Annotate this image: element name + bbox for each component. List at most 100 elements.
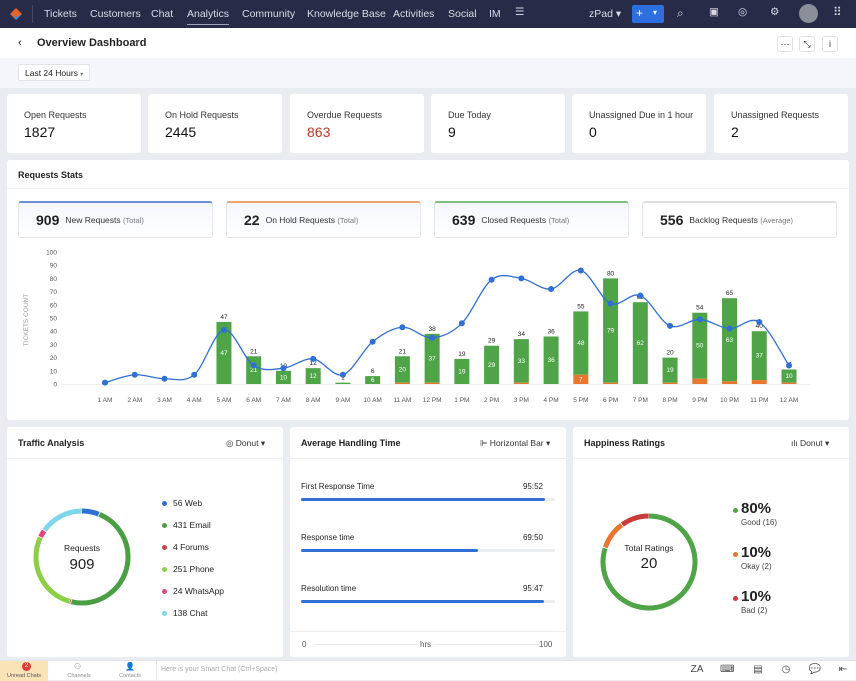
bar-on-hold[interactable]: [751, 380, 767, 384]
notes-alert-icon[interactable]: ▤: [751, 664, 765, 678]
add-icon[interactable]: +: [636, 6, 643, 20]
title-dropdown-icon[interactable]: ▾: [135, 38, 139, 47]
back-icon[interactable]: ‹: [18, 37, 22, 49]
rating-percent: 10%: [741, 544, 772, 561]
backlog-point[interactable]: [131, 371, 138, 378]
handling-bar-row[interactable]: Resolution time 95:47: [301, 584, 555, 606]
page-title[interactable]: Overview Dashboard: [37, 37, 146, 49]
bottom-bar: 2 Unread Chats ⚇ Channels 👤 Contacts Here …: [0, 660, 856, 681]
bar-closed-label: 50: [696, 343, 704, 350]
legend-item[interactable]: 431 Email: [162, 520, 211, 530]
backlog-point[interactable]: [369, 338, 376, 345]
gear-icon[interactable]: ⚙: [770, 6, 779, 18]
summary-box[interactable]: 22 On Hold Requests (Total): [226, 201, 421, 238]
backlog-point[interactable]: [280, 365, 287, 372]
summary-box[interactable]: 909 New Requests (Total): [18, 201, 213, 238]
zpad-dropdown[interactable]: zPad ▾: [589, 8, 621, 20]
bar-on-hold[interactable]: [692, 378, 708, 384]
chevron-down-icon[interactable]: ▾: [653, 8, 657, 17]
bar-on-hold[interactable]: [394, 382, 410, 384]
legend-item[interactable]: 138 Chat: [162, 608, 208, 618]
keyboard-icon[interactable]: ⌨: [720, 664, 734, 678]
more-options-icon[interactable]: ⋯: [777, 36, 793, 52]
gamepad-icon[interactable]: ◎: [738, 6, 747, 18]
nav-analytics[interactable]: Analytics: [187, 8, 230, 25]
legend-item[interactable]: 24 WhatsApp: [162, 586, 224, 596]
app-logo-icon[interactable]: [8, 6, 24, 22]
handling-bar-row[interactable]: Response time 69:50: [301, 533, 555, 555]
clock-icon[interactable]: ◷: [779, 664, 793, 678]
apps-grid-icon[interactable]: ⠿: [833, 5, 842, 19]
time-range-dropdown[interactable]: Last 24 Hours ▾: [18, 64, 91, 81]
backlog-point[interactable]: [399, 324, 406, 331]
backlog-point[interactable]: [637, 292, 644, 299]
stat-card[interactable]: Due Today 9: [431, 94, 565, 153]
backlog-point[interactable]: [161, 375, 168, 382]
stat-card[interactable]: Overdue Requests 863: [290, 94, 424, 153]
stat-card[interactable]: Unassigned Requests 2: [714, 94, 848, 153]
bar-closed-label: 29: [488, 362, 496, 369]
contacts-button[interactable]: 👤 Contacts: [106, 661, 154, 681]
legend-dot: [733, 552, 738, 557]
backlog-point[interactable]: [756, 318, 763, 325]
legend-item[interactable]: 251 Phone: [162, 564, 214, 574]
x-tick-label: 9 PM: [692, 397, 707, 404]
summary-value: 556: [660, 212, 684, 228]
more-menu-icon[interactable]: ☰: [515, 6, 524, 18]
backlog-point[interactable]: [250, 362, 257, 369]
backlog-point[interactable]: [667, 322, 674, 329]
bar-on-hold[interactable]: [424, 382, 440, 384]
nav-knowledge-base[interactable]: Knowledge Base: [307, 8, 386, 20]
chart-type-dropdown[interactable]: ⊫ Horizontal Bar ▾: [480, 438, 550, 449]
bar-on-hold[interactable]: [603, 382, 619, 384]
backlog-point[interactable]: [696, 316, 703, 323]
bar-on-hold[interactable]: [781, 382, 797, 384]
backlog-point[interactable]: [429, 334, 436, 341]
summary-box[interactable]: 556 Backlog Requests (Average): [642, 201, 837, 238]
nav-social[interactable]: Social: [448, 8, 477, 20]
backlog-point[interactable]: [488, 276, 495, 283]
backlog-point[interactable]: [310, 355, 317, 362]
nav-community[interactable]: Community: [242, 8, 295, 20]
bar-on-hold[interactable]: [722, 381, 738, 384]
unread-chats-button[interactable]: 2 Unread Chats: [0, 661, 48, 681]
avatar[interactable]: [799, 4, 818, 23]
legend-item[interactable]: 4 Forums: [162, 542, 209, 552]
bar-closed[interactable]: [335, 382, 351, 384]
chat-bubble-icon[interactable]: 💬: [808, 664, 822, 678]
stat-card[interactable]: On Hold Requests 2445: [148, 94, 282, 153]
nav-tickets[interactable]: Tickets: [44, 8, 77, 20]
search-icon[interactable]: ⌕: [677, 6, 684, 21]
channels-button[interactable]: ⚇ Channels: [55, 661, 103, 681]
y-tick-label: 60: [50, 302, 58, 309]
nav-customers[interactable]: Customers: [90, 8, 141, 20]
bar-closed-label: 37: [429, 355, 437, 362]
stat-card[interactable]: Unassigned Due in 1 hour 0: [572, 94, 706, 153]
translate-icon[interactable]: ZA: [690, 664, 704, 678]
backlog-point[interactable]: [458, 320, 465, 327]
nav-im[interactable]: IM: [489, 8, 501, 20]
smart-chat-input[interactable]: Here is your Smart Chat (Ctrl+Space): [161, 666, 278, 673]
backlog-point[interactable]: [607, 300, 614, 307]
handling-bar-row[interactable]: First Response Time 95:52: [301, 482, 555, 504]
backlog-point[interactable]: [548, 285, 555, 292]
backlog-point[interactable]: [786, 362, 792, 369]
notes-icon[interactable]: ▣: [709, 6, 719, 18]
bar-on-hold[interactable]: [662, 382, 678, 384]
backlog-point[interactable]: [191, 371, 198, 378]
info-icon[interactable]: i: [822, 36, 838, 52]
backlog-point[interactable]: [220, 326, 227, 333]
bar-on-hold[interactable]: [513, 382, 529, 384]
summary-box[interactable]: 639 Closed Requests (Total): [434, 201, 629, 238]
backlog-point[interactable]: [339, 371, 346, 378]
stat-card[interactable]: Open Requests 1827: [7, 94, 141, 153]
backlog-point[interactable]: [577, 267, 584, 274]
collapse-icon[interactable]: ⤡: [799, 36, 815, 52]
nav-activities[interactable]: Activities: [393, 8, 434, 20]
backlog-point[interactable]: [726, 325, 733, 332]
backlog-point[interactable]: [102, 379, 108, 386]
nav-chat[interactable]: Chat: [151, 8, 173, 20]
legend-item[interactable]: 56 Web: [162, 498, 202, 508]
exit-icon[interactable]: ⇤: [836, 664, 850, 678]
backlog-point[interactable]: [518, 275, 525, 282]
